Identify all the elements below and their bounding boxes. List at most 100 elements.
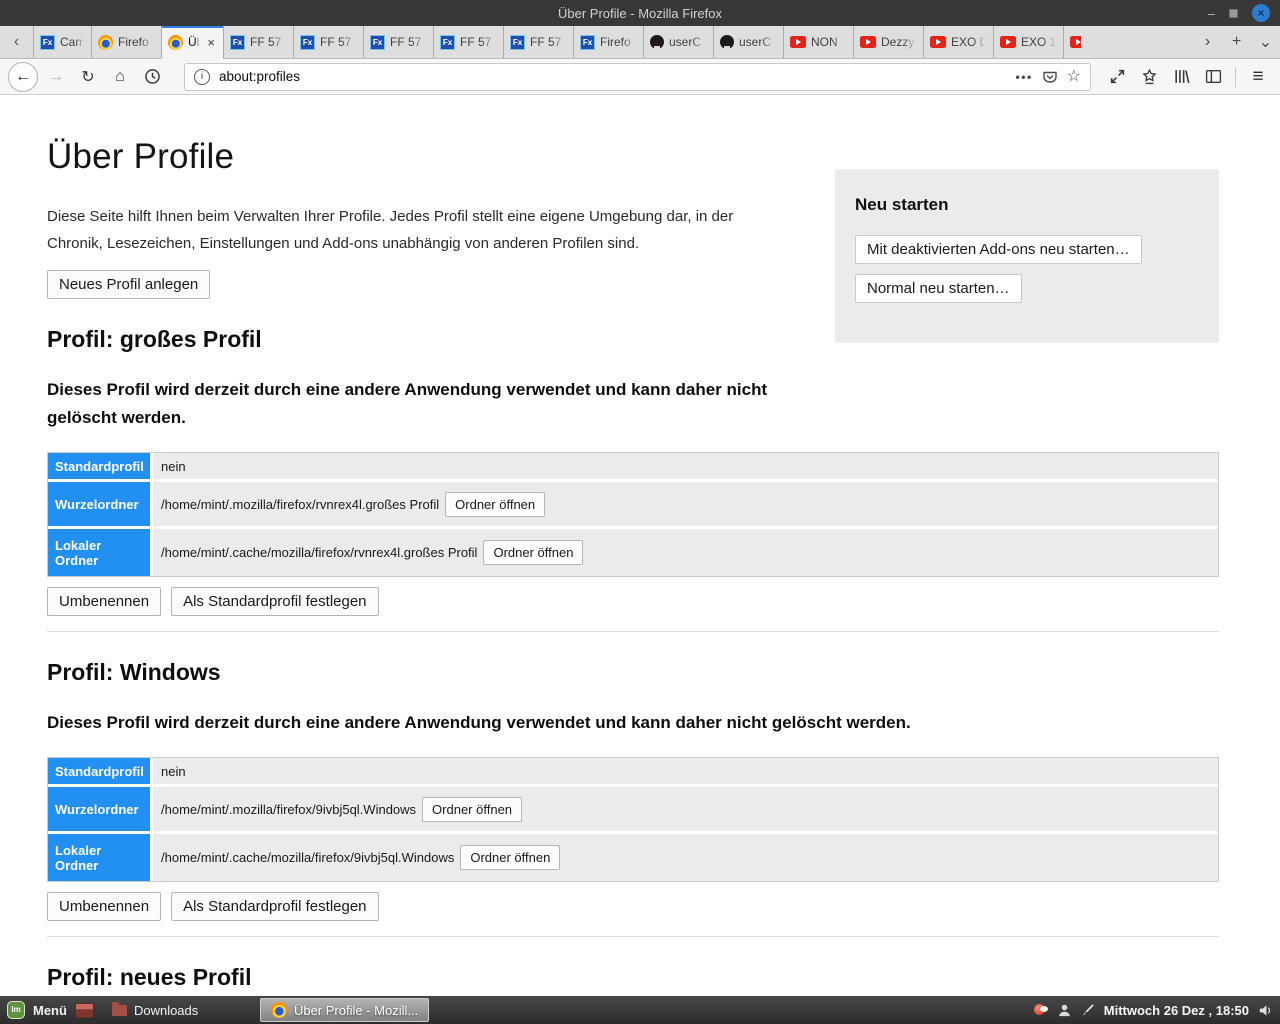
tab-bar: ‹ Camp Firefo Üb × FF 57 FF 57 FF 57 (0, 26, 1280, 59)
open-folder-button[interactable]: Ordner öffnen (460, 845, 561, 870)
tab-ff57-4[interactable]: FF 57 (433, 26, 503, 58)
fx-favicon-icon (440, 34, 455, 50)
fx-favicon-icon (580, 34, 595, 50)
profile-table: Standardprofil nein Wurzelordner /home/m… (47, 452, 1219, 577)
tab-youtube-non[interactable]: NON (783, 26, 853, 58)
local-folder-path: /home/mint/.cache/mozilla/firefox/9ivbj5… (161, 850, 455, 865)
row-value: /home/mint/.cache/mozilla/firefox/9ivbj5… (153, 834, 1218, 881)
tab-label: FF 57 (390, 35, 422, 49)
menu-label: Menü (33, 1002, 67, 1018)
notification-icon[interactable] (1033, 1003, 1048, 1017)
tab-ff57-1[interactable]: FF 57 (223, 26, 293, 58)
tab-ueber-profile-active[interactable]: Üb × (161, 26, 223, 59)
bookmark-star-icon[interactable]: ☆ (1067, 68, 1081, 85)
history-icon[interactable] (138, 68, 166, 85)
open-folder-button[interactable]: Ordner öffnen (422, 796, 523, 822)
set-default-button[interactable]: Als Standardprofil festlegen (171, 892, 379, 921)
set-default-button[interactable]: Als Standardprofil festlegen (171, 587, 379, 616)
taskbar-window-firefox[interactable]: Über Profile - Mozill... (259, 998, 430, 1022)
tab-dropdown-icon[interactable]: ⌄ (1251, 26, 1280, 58)
profile-in-use-warning: Dieses Profil wird derzeit durch eine an… (47, 713, 911, 732)
sidebar-icon[interactable] (1199, 68, 1227, 85)
github-favicon-icon (650, 35, 664, 50)
restart-normal-button[interactable]: Normal neu starten… (855, 274, 1022, 303)
row-value: nein (161, 763, 186, 779)
new-tab-icon[interactable]: + (1222, 26, 1251, 58)
firefox-icon (270, 1002, 287, 1018)
fx-favicon-icon (300, 34, 315, 50)
desktop-screen: Über Profile - Mozilla Firefox – × ‹ Cam… (0, 0, 1280, 1024)
tab-camp[interactable]: Camp (33, 26, 91, 58)
mint-logo-icon (7, 1001, 25, 1019)
tab-scroll-left-icon[interactable]: ‹ (0, 26, 33, 58)
tab-close-icon[interactable]: × (205, 35, 217, 50)
tab-scroll-right-icon[interactable]: › (1193, 26, 1222, 58)
tab-youtube-exo-1[interactable]: EXO 1 (993, 26, 1063, 58)
profile-actions: Umbenennen Als Standardprofil festlegen (47, 587, 1219, 616)
create-profile-button[interactable]: Neues Profil anlegen (47, 270, 211, 299)
fx-favicon-icon (370, 34, 385, 50)
profile-actions: Umbenennen Als Standardprofil festlegen (47, 892, 1219, 921)
show-desktop-icon[interactable] (74, 1002, 94, 1018)
profile-section-windows: Profil: Windows Dieses Profil wird derze… (47, 659, 1219, 937)
close-icon[interactable]: × (1252, 4, 1270, 22)
reload-icon[interactable]: ↻ (74, 67, 102, 87)
row-label: Standardprofil (48, 758, 153, 784)
window-button-label: Über Profile - Mozill... (293, 1002, 419, 1018)
rename-button[interactable]: Umbenennen (47, 892, 162, 921)
tab-youtube-partial[interactable] (1063, 26, 1081, 58)
home-icon[interactable]: ⌂ (106, 68, 134, 86)
restart-addons-disabled-button[interactable]: Mit deaktivierten Add-ons neu starten… (855, 235, 1142, 264)
tablet-pen-icon[interactable] (1081, 1003, 1095, 1017)
tab-ff57-5[interactable]: FF 57 (503, 26, 573, 58)
folder-icon (111, 1001, 127, 1016)
local-folder-path: /home/mint/.cache/mozilla/firefox/rvnrex… (161, 545, 478, 560)
fullscreen-icon[interactable] (1103, 68, 1131, 85)
user-applet-icon[interactable] (1057, 1003, 1072, 1018)
url-bar[interactable]: i about:profiles ••• ☆ (184, 62, 1091, 91)
tab-github-2[interactable]: userC (713, 26, 783, 58)
minimize-icon[interactable]: – (1208, 7, 1215, 20)
info-icon[interactable]: i (194, 68, 210, 85)
forward-icon[interactable]: → (42, 68, 70, 86)
bookmarks-menu-icon[interactable] (1135, 68, 1163, 85)
tab-youtube-exo-d[interactable]: EXO D (923, 26, 993, 58)
rename-button[interactable]: Umbenennen (47, 587, 162, 616)
url-text[interactable]: about:profiles (219, 69, 1007, 84)
tab-ff57-3[interactable]: FF 57 (363, 26, 433, 58)
tab-controls: › + ⌄ (1193, 26, 1280, 58)
system-tray: Mittwoch 26 Dez , 18:50 (1033, 1003, 1273, 1018)
row-value: /home/mint/.cache/mozilla/firefox/rvnrex… (153, 529, 1218, 576)
library-icon[interactable] (1167, 68, 1195, 85)
volume-icon[interactable] (1258, 1003, 1273, 1018)
open-folder-button[interactable]: Ordner öffnen (483, 540, 584, 565)
restart-box: Neu starten Mit deaktivierten Add-ons ne… (835, 169, 1219, 343)
tab-github-1[interactable]: userC (643, 26, 713, 58)
tab-youtube-dezzy[interactable]: Dezzy (853, 26, 923, 58)
row-label: Wurzelordner (48, 482, 153, 526)
row-label: Standardprofil (48, 453, 153, 479)
maximize-icon[interactable] (1229, 8, 1238, 18)
toolbar-divider (1235, 66, 1236, 87)
fx-favicon-icon (40, 34, 55, 50)
taskbar-window-downloads[interactable]: Downloads (102, 998, 252, 1022)
fx-favicon-icon (230, 34, 245, 50)
taskbar-clock[interactable]: Mittwoch 26 Dez , 18:50 (1104, 1003, 1249, 1018)
tab-ff57-2[interactable]: FF 57 (293, 26, 363, 58)
youtube-favicon-icon (1070, 36, 1081, 48)
open-folder-button[interactable]: Ordner öffnen (445, 491, 546, 517)
tab-firefox-2[interactable]: Firefo (573, 26, 643, 58)
tab-label: FF 57 (320, 35, 352, 49)
tab-firefox[interactable]: Firefo (91, 26, 161, 58)
back-icon[interactable]: ← (8, 61, 38, 92)
profile-in-use-warning: Dieses Profil wird derzeit durch eine an… (47, 380, 768, 427)
menu-icon[interactable]: ≡ (1244, 66, 1272, 88)
youtube-favicon-icon (860, 36, 876, 48)
row-value: nein (161, 458, 186, 474)
restart-box-title: Neu starten (855, 195, 949, 214)
youtube-favicon-icon (930, 36, 946, 48)
github-favicon-icon (720, 35, 734, 50)
page-actions-icon[interactable]: ••• (1016, 70, 1033, 84)
pocket-icon[interactable] (1042, 69, 1058, 85)
mint-menu-button[interactable]: Menü (7, 1001, 67, 1019)
